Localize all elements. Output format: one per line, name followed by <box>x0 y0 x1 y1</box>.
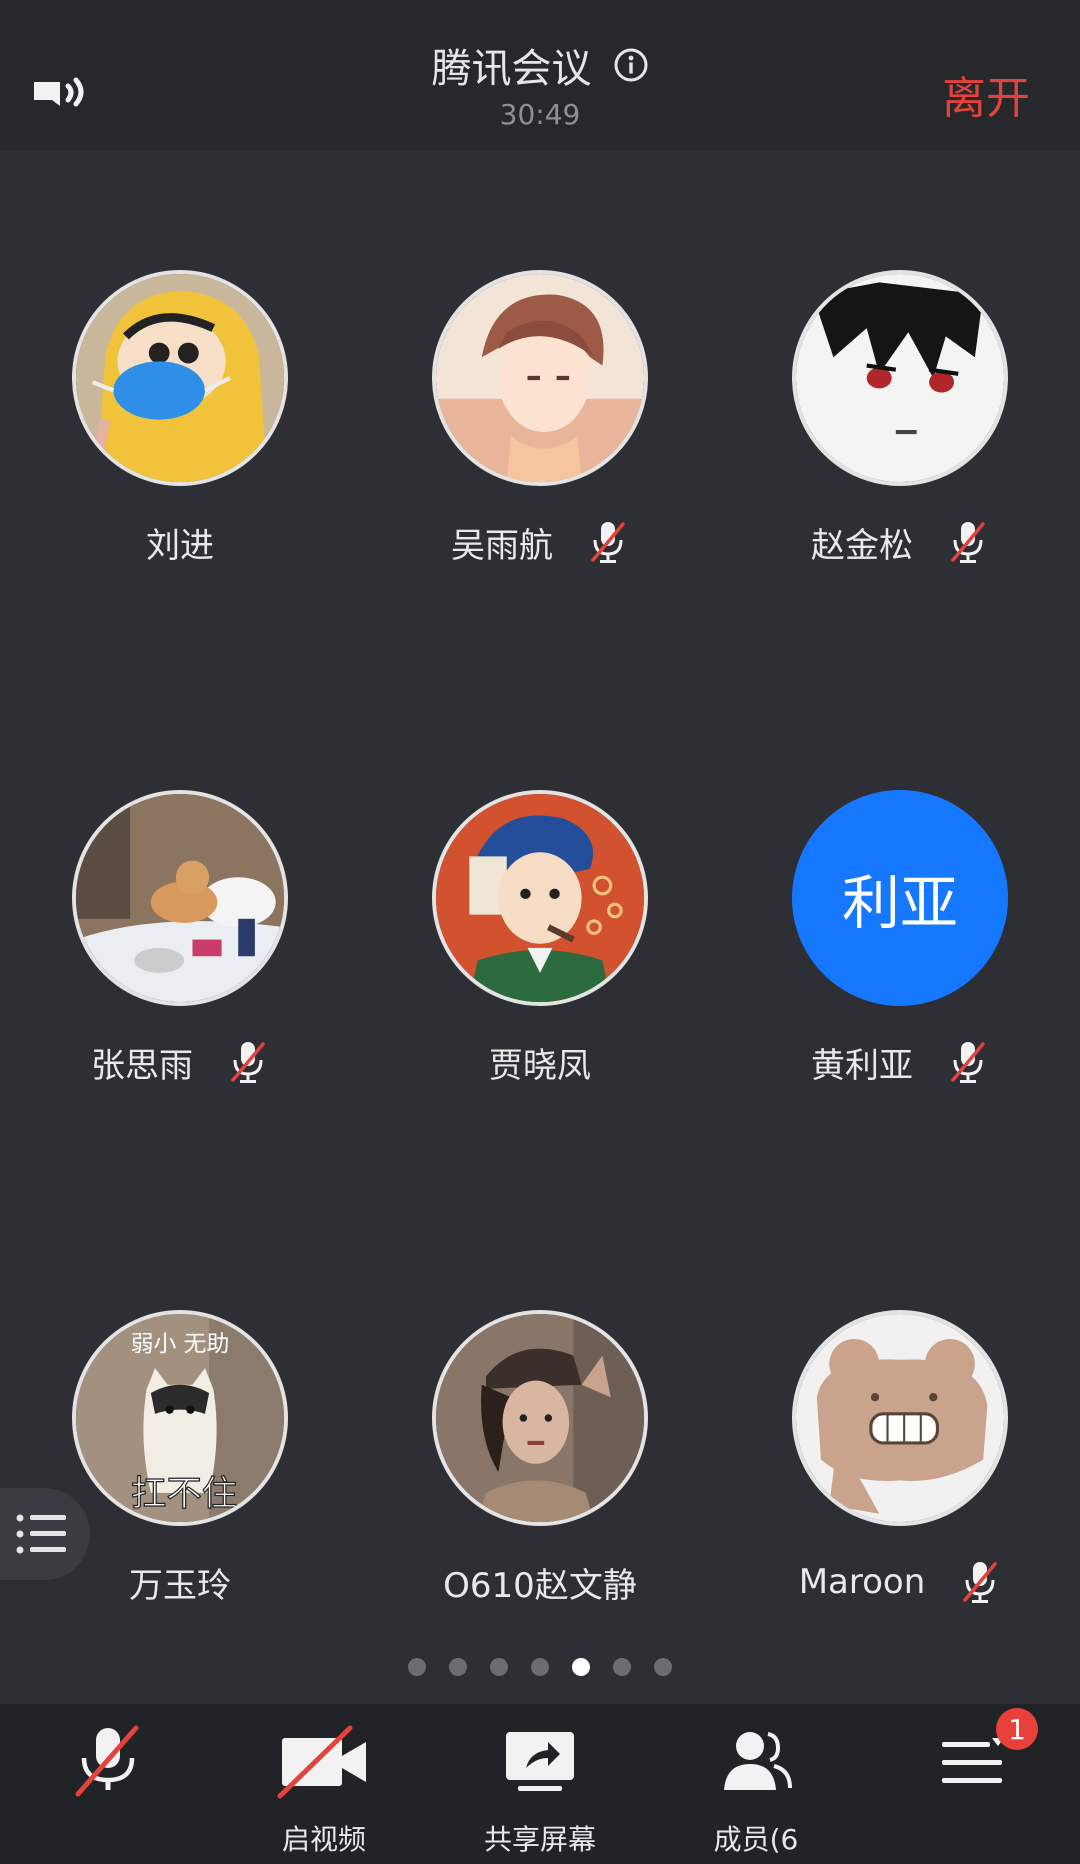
meeting-screen: 腾讯会议 30:49 离开 刘进 吴雨航 赵金松 张思雨 贾晓凤 利亚 黄利亚 … <box>0 0 1080 1864</box>
page-dot[interactable] <box>449 1658 467 1676</box>
meme-caption-bottom: 扛不住 <box>131 1473 237 1514</box>
more-menu-button[interactable]: 1 <box>864 1704 1080 1864</box>
participant-name: Maroon <box>798 1562 926 1602</box>
share-screen-icon <box>506 1732 574 1791</box>
page-dot[interactable] <box>531 1658 549 1676</box>
painted-child-avatar-image <box>436 794 644 1002</box>
title-area: 腾讯会议 <box>0 36 1080 94</box>
avatar: 利亚 <box>792 790 1008 1006</box>
video-label: 启视频 <box>281 1823 366 1856</box>
mic-muted-icon <box>963 1562 998 1603</box>
cat-meme-avatar-image: 弱小 无助 扛不住 <box>76 1314 284 1522</box>
list-icon <box>16 1514 66 1554</box>
dog-in-bed-avatar-image <box>76 794 284 1002</box>
avatar <box>432 1310 648 1526</box>
meme-caption-top: 弱小 无助 <box>131 1331 230 1357</box>
participant-name: 赵金松 <box>811 525 913 566</box>
participant-name-row: O610赵文静 <box>360 1560 720 1606</box>
members-button[interactable]: 成员(6 <box>648 1704 864 1864</box>
page-dot-active[interactable] <box>572 1658 590 1676</box>
meeting-title: 腾讯会议 <box>431 46 592 92</box>
mic-muted-icon <box>75 1725 139 1797</box>
share-screen-label: 共享屏幕 <box>483 1823 596 1856</box>
page-dot[interactable] <box>613 1658 631 1676</box>
page-dot[interactable] <box>490 1658 508 1676</box>
video-off-icon <box>277 1725 366 1799</box>
participant-tile[interactable]: Maroon <box>720 1310 1080 1610</box>
avatar <box>432 270 648 486</box>
member-list-handle[interactable] <box>0 1488 90 1580</box>
share-screen-button[interactable]: 共享屏幕 <box>432 1704 648 1864</box>
members-label: 成员(6 <box>713 1823 799 1856</box>
mic-muted-icon <box>591 522 625 563</box>
info-icon[interactable] <box>613 47 649 83</box>
participant-name-row: 吴雨航 <box>360 520 720 566</box>
participant-tile[interactable]: 赵金松 <box>720 270 1080 570</box>
video-button[interactable]: 启视频 <box>216 1704 432 1864</box>
top-bar: 腾讯会议 30:49 离开 <box>0 0 1080 150</box>
mic-muted-icon <box>951 522 985 563</box>
participant-name: 张思雨 <box>91 1045 193 1086</box>
participant-name-row: 张思雨 <box>0 1040 360 1086</box>
avatar: 弱小 无助 扛不住 <box>72 1310 288 1526</box>
participant-name-row: 黄利亚 <box>720 1040 1080 1086</box>
meeting-timer: 30:49 <box>499 98 581 131</box>
participant-name: 黄利亚 <box>811 1045 913 1086</box>
mic-muted-icon <box>231 1042 265 1083</box>
participant-name: 刘进 <box>146 525 214 566</box>
smiling-bear-avatar-image <box>796 1314 1004 1522</box>
members-icon <box>724 1732 792 1790</box>
participant-tile[interactable]: 吴雨航 <box>360 270 720 570</box>
leave-button[interactable]: 离开 <box>942 62 1030 126</box>
participant-tile[interactable]: 利亚 黄利亚 <box>720 790 1080 1090</box>
participant-name-row: Maroon <box>720 1560 1080 1604</box>
mute-button[interactable] <box>0 1704 216 1864</box>
participant-name: 万玉玲 <box>129 1565 231 1606</box>
mic-muted-icon <box>951 1042 985 1083</box>
page-indicator <box>0 1658 1080 1676</box>
participant-tile[interactable]: 贾晓凤 <box>360 790 720 1090</box>
avatar <box>792 1310 1008 1526</box>
page-dot[interactable] <box>654 1658 672 1676</box>
participant-name-row: 刘进 <box>0 520 360 566</box>
participant-name: O610赵文静 <box>443 1565 637 1606</box>
participant-name: 贾晓凤 <box>489 1045 591 1086</box>
participant-tile[interactable]: 刘进 <box>0 270 360 570</box>
participant-name-row: 贾晓凤 <box>360 1040 720 1086</box>
page-dot[interactable] <box>408 1658 426 1676</box>
avatar <box>72 790 288 1006</box>
avatar <box>792 270 1008 486</box>
avatar <box>72 270 288 486</box>
participant-name: 吴雨航 <box>451 525 553 566</box>
avatar-initials: 利亚 <box>841 869 958 937</box>
notification-badge: 1 <box>996 1708 1038 1750</box>
participant-name-row: 赵金松 <box>720 520 1080 566</box>
participant-tile[interactable]: O610赵文静 <box>360 1310 720 1610</box>
participant-tile[interactable]: 张思雨 <box>0 790 360 1090</box>
anime-dark-hair-avatar-image <box>796 274 1004 482</box>
cartoon-boy-avatar-image <box>76 274 284 482</box>
anime-boy-avatar-image <box>436 274 644 482</box>
woman-photo-avatar-image <box>436 1314 644 1522</box>
avatar <box>432 790 648 1006</box>
bottom-toolbar: 启视频 共享屏幕 成员(6 1 <box>0 1704 1080 1864</box>
